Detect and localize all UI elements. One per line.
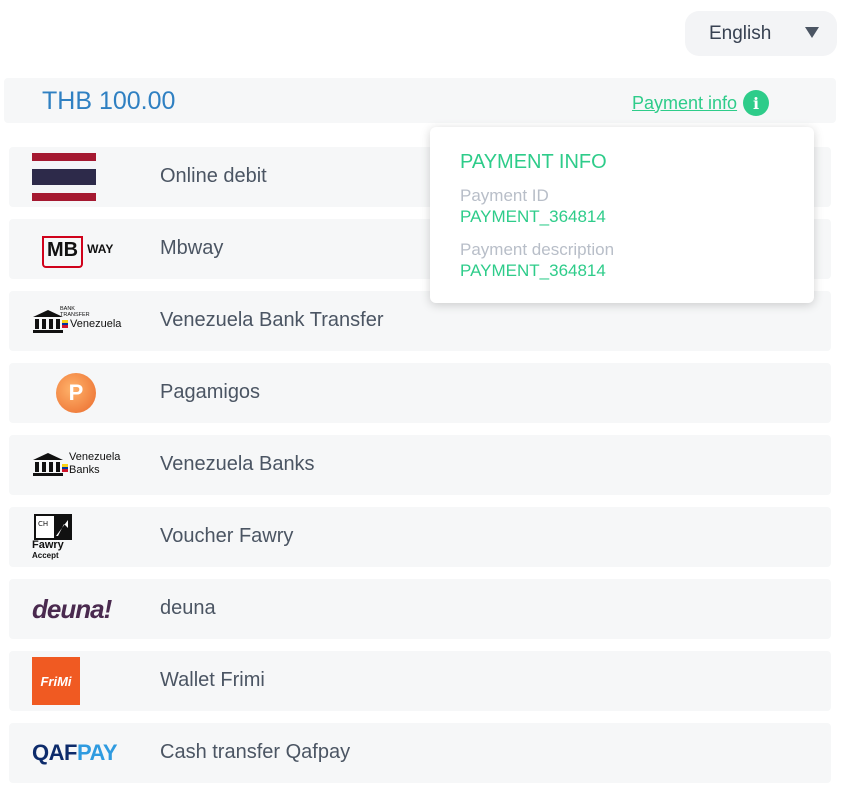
method-voucher-fawry[interactable]: CH Fawry Accept Voucher Fawry [9,507,831,567]
qafpay-logo-pay: PAY [76,740,118,765]
payment-id-value: PAYMENT_364814 [460,207,606,226]
qafpay-logo: QAF PAY [32,729,132,777]
payment-id-label: Payment ID [460,186,549,205]
bank-transfer-logo-top: BANK TRANSFER [60,306,90,318]
payment-amount: THB 100.00 [42,87,176,115]
deuna-logo-text: deuna! [32,593,112,624]
method-name: Mbway [160,237,224,259]
method-name: deuna [160,597,216,619]
fawry-logo-text: Fawry [32,539,64,551]
payment-info-label: Payment info [632,92,738,113]
mbway-logo-mb: MB [42,236,84,268]
method-name: Venezuela Banks [160,453,315,475]
payment-info-popover: PAYMENT INFO Payment ID PAYMENT_364814 P… [430,127,814,303]
language-select[interactable]: English [685,11,837,56]
method-name: Wallet Frimi [160,669,265,691]
svg-text:CH: CH [38,520,48,528]
mbway-logo: MB WAY [32,225,114,273]
fawry-logo-subtext: Accept [32,551,59,560]
deuna-logo: deuna! [32,585,132,633]
mbway-logo-way: WAY [87,242,114,256]
method-cash-transfer-qafpay[interactable]: QAF PAY Cash transfer Qafpay [9,723,831,783]
method-name: Pagamigos [160,381,261,403]
method-deuna[interactable]: deuna! deuna [9,579,831,639]
method-venezuela-banks[interactable]: Venezuela Banks Venezuela Banks [9,435,831,495]
method-wallet-frimi[interactable]: FriMi Wallet Frimi [9,651,831,711]
method-name: Voucher Fawry [160,525,294,547]
bank-transfer-logo-country: Venezuela [70,318,122,330]
fawry-logo: CH Fawry Accept [32,513,104,561]
payment-description-label: Payment description [460,240,615,259]
method-name: Venezuela Bank Transfer [160,309,384,331]
pagamigos-logo: P [32,369,104,417]
language-value: English [709,22,772,44]
bank-transfer-logo: BANK TRANSFER Venezuela [32,297,121,345]
payment-info-link[interactable]: Payment info i [632,90,770,116]
info-icon: i [743,90,770,116]
payment-description-value: PAYMENT_364814 [460,261,606,280]
frimi-logo-text: FriMi [40,673,72,689]
qafpay-logo-qaf: QAF [32,740,77,765]
thailand-flag-icon [32,153,104,201]
venezuela-banks-logo: Venezuela Banks [32,441,120,489]
venezuela-banks-logo-line2: Banks [69,464,100,476]
chevron-down-icon [805,27,819,38]
venezuela-banks-logo-line1: Venezuela [69,451,121,463]
method-name: Cash transfer Qafpay [160,741,351,763]
popover-title: PAYMENT INFO [460,151,607,173]
frimi-logo: FriMi [32,657,104,705]
method-pagamigos[interactable]: P Pagamigos [9,363,831,423]
amount-bar: THB 100.00 Payment info i [4,78,836,123]
method-name: Online debit [160,165,267,187]
